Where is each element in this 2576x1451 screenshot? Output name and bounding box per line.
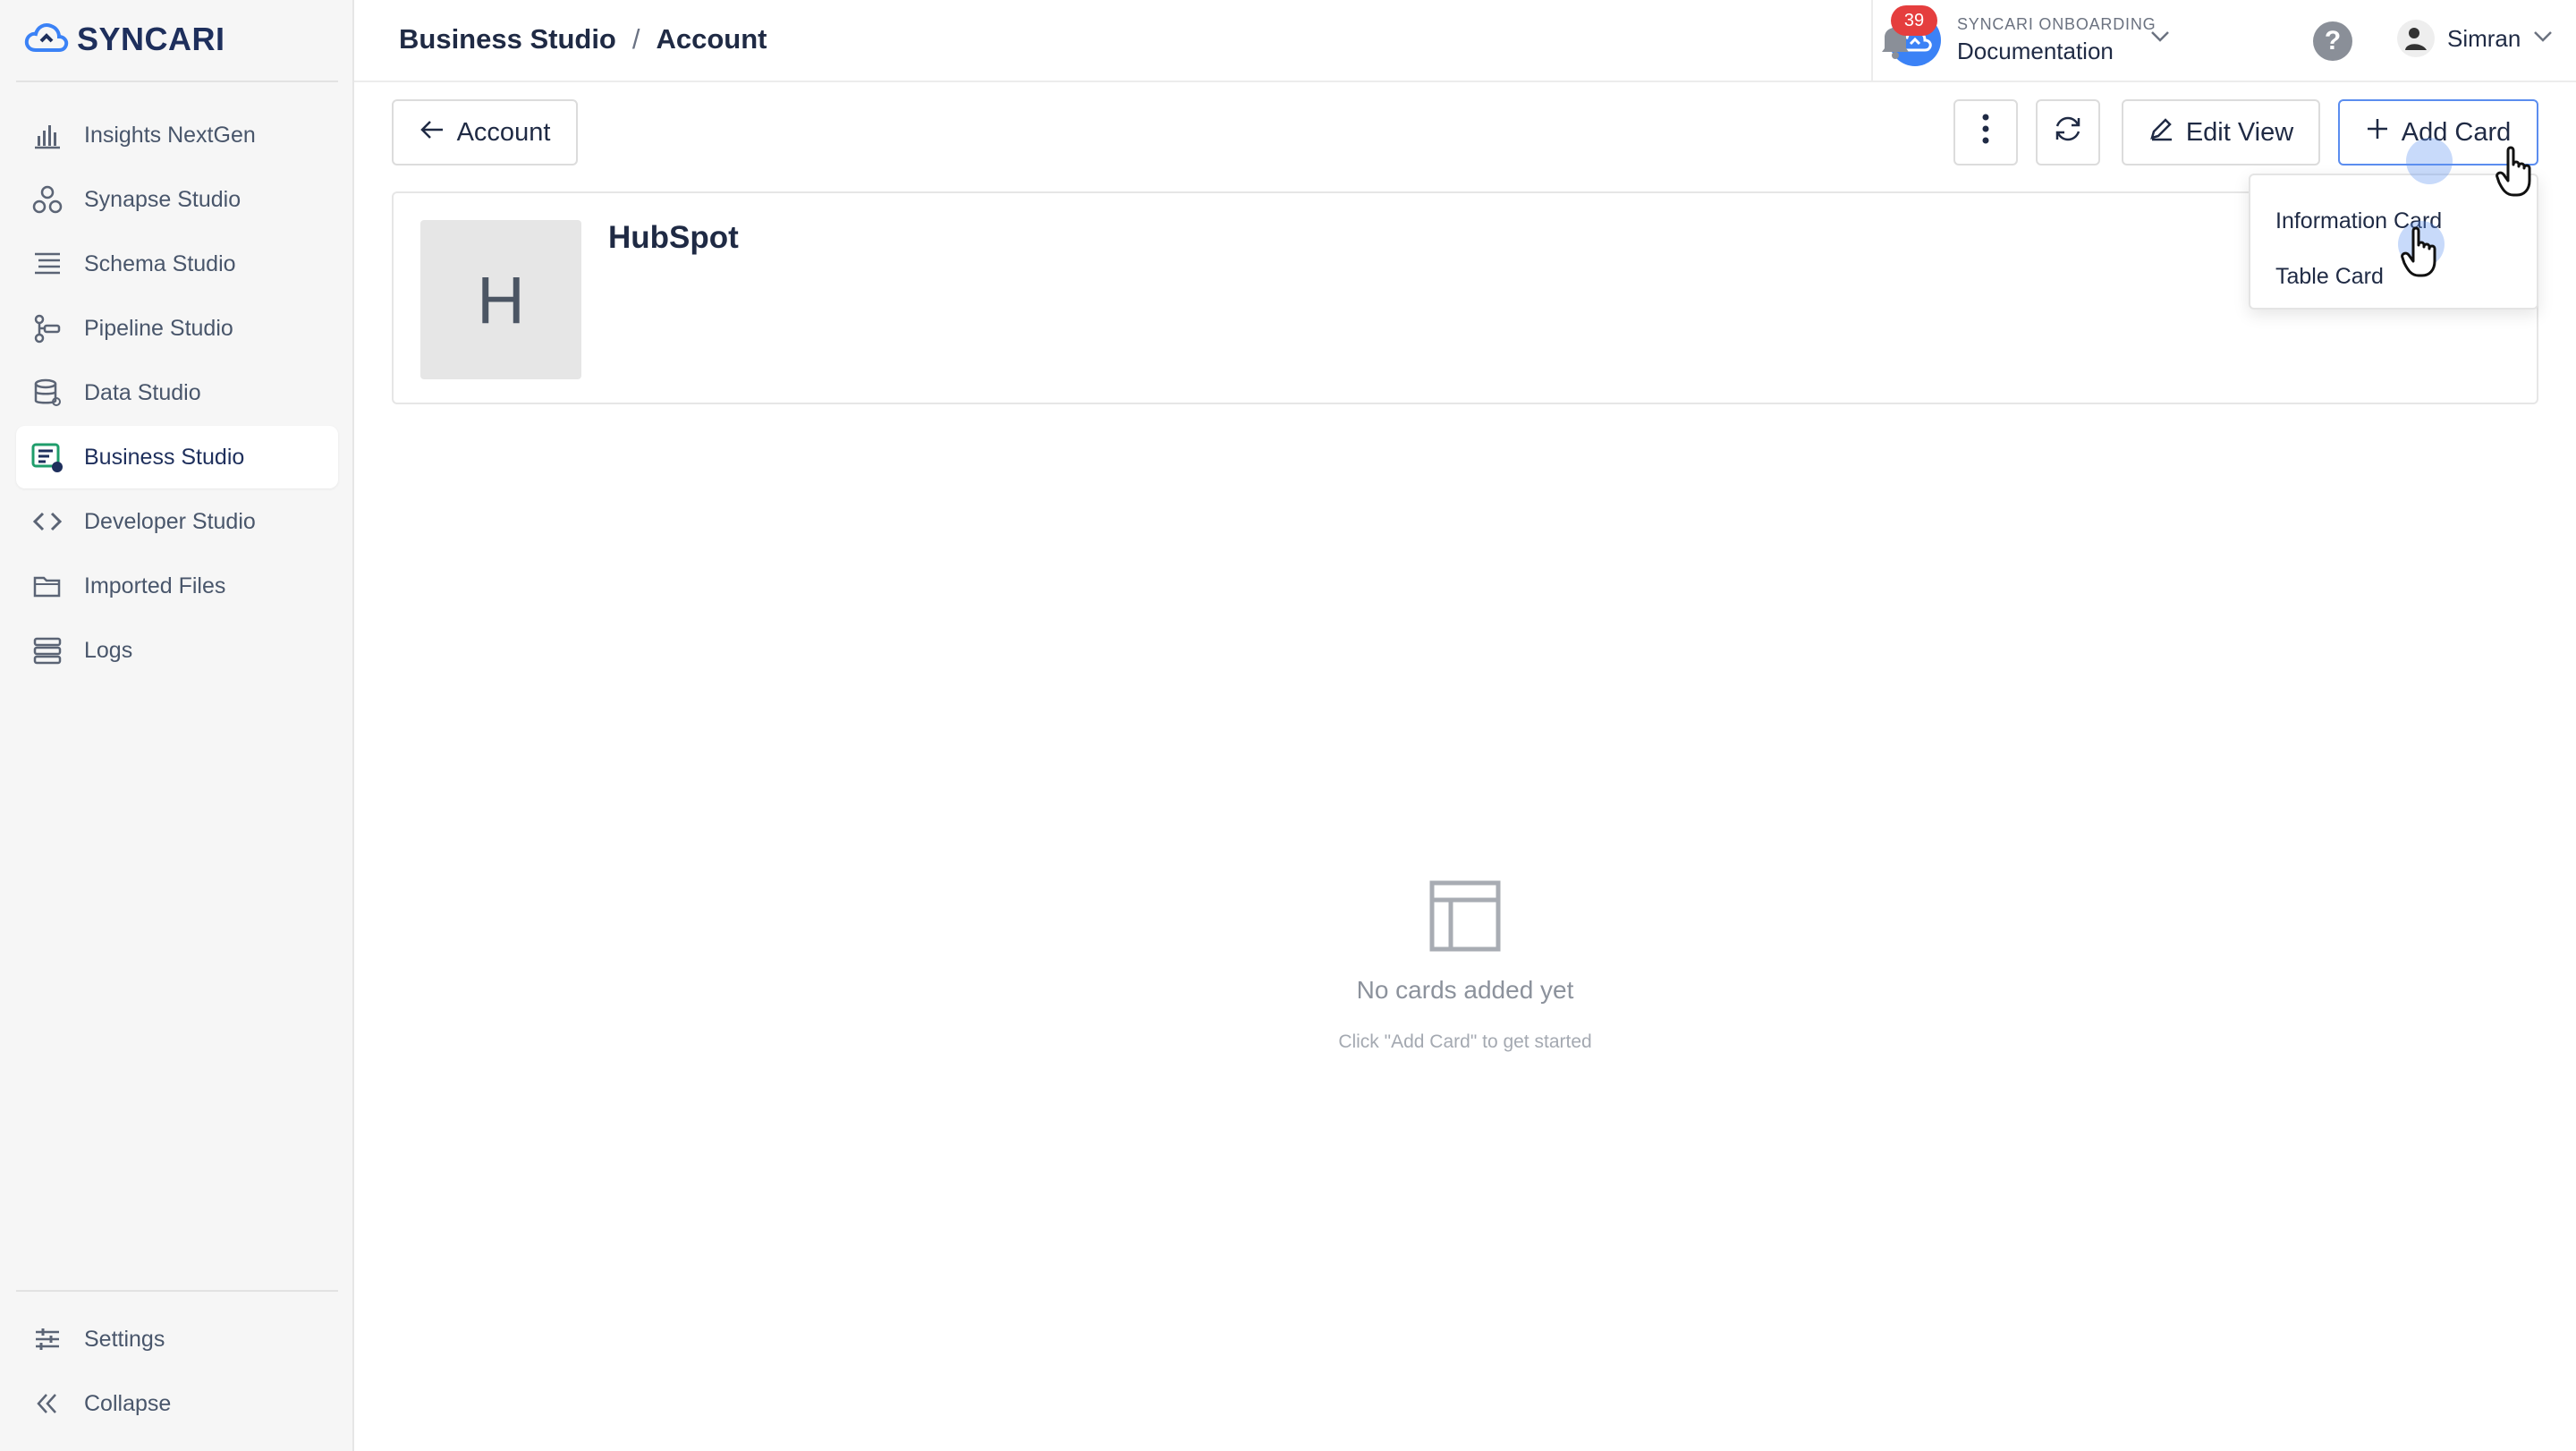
breadcrumb-item-account: Account [656,23,767,55]
collapse-label: Collapse [84,1390,172,1416]
sidebar-item-label: Business Studio [84,444,245,470]
database-icon [30,376,64,410]
settings-label: Settings [84,1326,165,1352]
refresh-button[interactable] [2036,99,2100,165]
folder-icon [30,569,64,603]
double-chevron-left-icon [30,1387,64,1421]
collapse-button[interactable]: Collapse [16,1372,338,1435]
edit-view-button[interactable]: Edit View [2122,99,2320,165]
sidebar-nav: Insights NextGen Synapse Studio Schema S… [16,104,338,683]
empty-state-subtitle: Click "Add Card" to get started [1338,1031,1592,1052]
empty-state: No cards added yet Click "Add Card" to g… [1286,880,1644,1053]
click-highlight [2406,138,2453,184]
record-header-card: H HubSpot [392,191,2538,404]
settings-button[interactable]: Settings [16,1308,338,1370]
menu-item-table-card[interactable]: Table Card [2250,249,2537,304]
user-menu[interactable]: Simran [2397,20,2553,57]
kebab-menu-icon [1981,113,1990,152]
code-icon [30,505,64,539]
sliders-icon [30,1322,64,1356]
pipeline-icon [30,311,64,345]
sidebar-divider [16,1290,338,1292]
sidebar-item-imported-files[interactable]: Imported Files [16,555,338,617]
refresh-icon [2053,115,2083,149]
cloud-logo-icon [23,20,70,60]
breadcrumb-separator: / [631,23,640,55]
workspace-text: SYNCARI ONBOARDING Documentation [1957,15,2156,65]
notification-count-badge: 39 [1891,5,1937,36]
back-button[interactable]: Account [392,99,578,165]
sidebar-bottom: Settings Collapse [16,1308,338,1437]
record-title: HubSpot [608,220,739,255]
sidebar: SYNCARI Insights NextGen Synapse Studio … [0,0,354,1451]
list-icon [30,247,64,281]
sidebar-item-data-studio[interactable]: Data Studio [16,361,338,424]
menu-item-information-card[interactable]: Information Card [2250,193,2537,249]
sidebar-item-label: Schema Studio [84,250,236,276]
workspace-name: Documentation [1957,38,2114,64]
sidebar-item-label: Logs [84,637,133,663]
nodes-icon [30,182,64,216]
sidebar-item-insights-nextgen[interactable]: Insights NextGen [16,104,338,166]
avatar [2397,20,2435,57]
chevron-down-icon [2533,30,2553,47]
sidebar-item-label: Data Studio [84,379,201,405]
sidebar-item-schema-studio[interactable]: Schema Studio [16,233,338,295]
hand-cursor-icon [2401,224,2442,284]
logs-icon [30,633,64,667]
breadcrumb: Business Studio / Account [399,23,767,55]
pencil-icon [2148,116,2174,148]
empty-state-title: No cards added yet [1356,976,1574,1004]
more-options-button[interactable] [1953,99,2018,165]
sidebar-item-synapse-studio[interactable]: Synapse Studio [16,168,338,231]
sidebar-item-label: Imported Files [84,573,226,598]
sidebar-divider [16,81,338,82]
syncari-logo[interactable]: SYNCARI [23,20,225,59]
sidebar-item-label: Insights NextGen [84,122,256,148]
plus-icon [2366,117,2389,148]
logo-text: SYNCARI [77,21,225,57]
workspace-org: SYNCARI ONBOARDING [1957,15,2157,33]
back-button-label: Account [456,117,551,147]
business-card-icon [30,440,64,474]
sidebar-item-developer-studio[interactable]: Developer Studio [16,490,338,553]
top-header: Business Studio / Account SYNCARI ONBOAR… [354,0,2576,82]
sidebar-item-label: Pipeline Studio [84,315,233,341]
sidebar-item-logs[interactable]: Logs [16,619,338,682]
arrow-left-icon [419,118,445,148]
sidebar-item-business-studio[interactable]: Business Studio [16,426,338,488]
bar-chart-icon [30,118,64,152]
sidebar-item-label: Developer Studio [84,508,256,534]
breadcrumb-item-business-studio[interactable]: Business Studio [399,23,616,55]
sidebar-item-pipeline-studio[interactable]: Pipeline Studio [16,297,338,360]
chevron-down-icon [2150,30,2170,47]
hand-cursor-icon [2496,143,2537,203]
edit-view-label: Edit View [2185,117,2294,147]
bell-icon [1875,28,1916,64]
sidebar-item-label: Synapse Studio [84,186,242,212]
record-avatar: H [420,220,581,379]
help-button[interactable]: ? [2313,21,2352,61]
layout-panel-icon [1429,880,1501,955]
user-name: Simran [2447,24,2521,52]
